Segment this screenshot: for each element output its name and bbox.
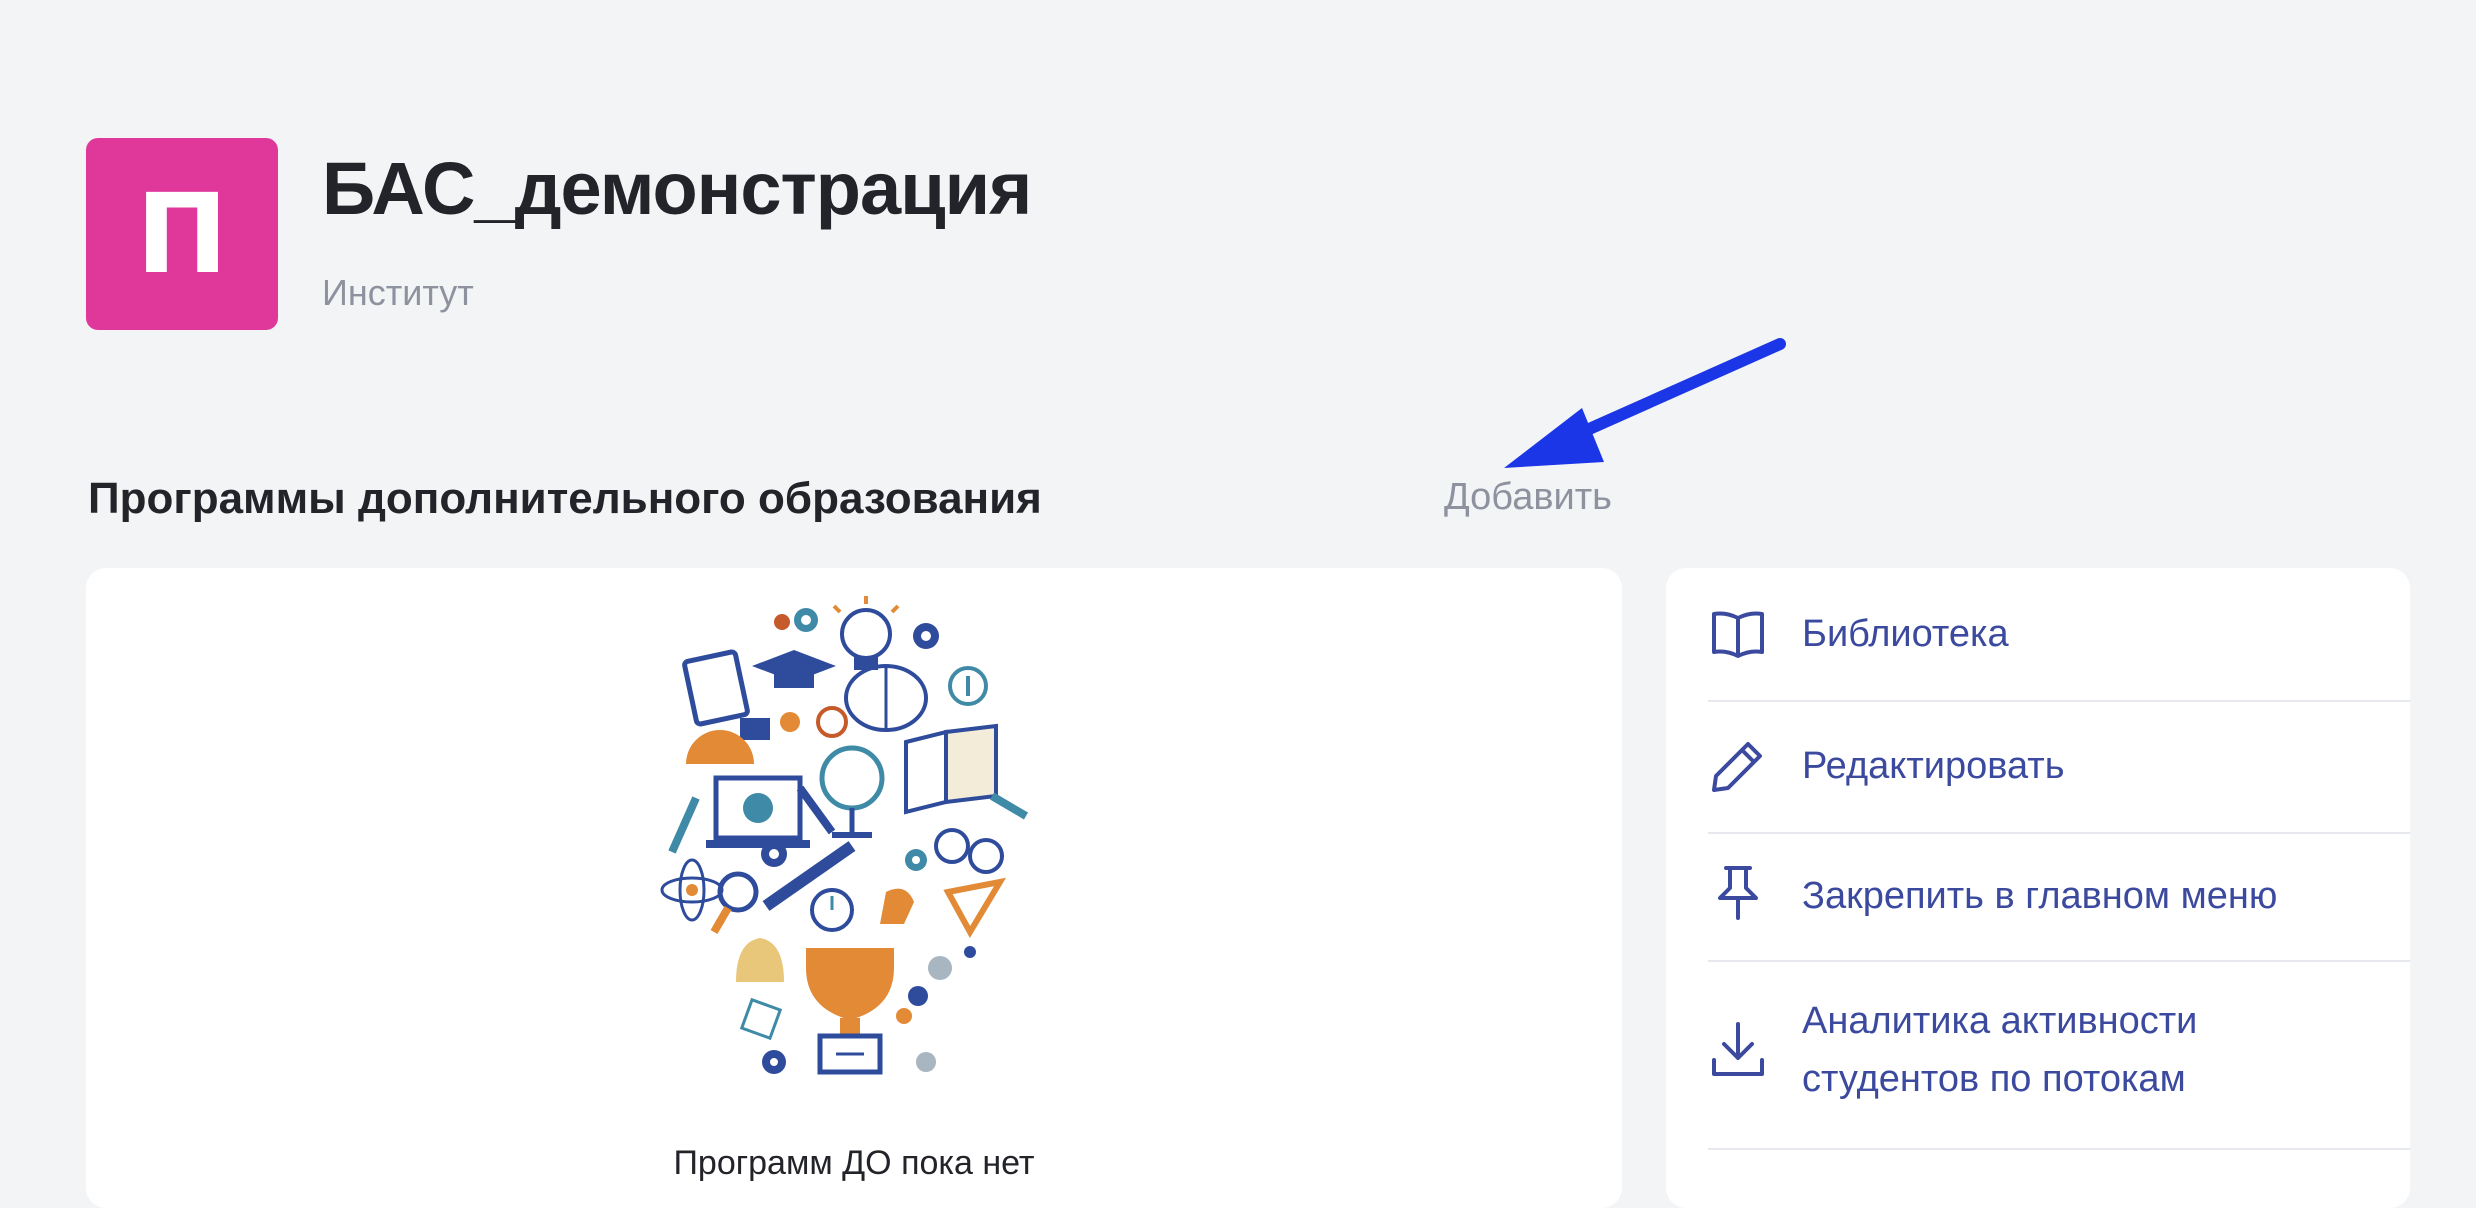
add-program-button[interactable]: Добавить: [1444, 476, 1612, 519]
pin-icon: [1718, 866, 1758, 920]
page-title: БАС_демонстрация: [322, 147, 1032, 230]
pencil-icon: [1712, 742, 1762, 792]
analytics-link[interactable]: Аналитика активности студентов по потока…: [1708, 960, 2410, 1150]
actions-card: Библиотека Редактировать Закрепить в гла…: [1666, 568, 2410, 1208]
org-avatar: П: [86, 138, 278, 330]
programs-empty-text: Программ ДО пока нет: [673, 1144, 1035, 1182]
library-link[interactable]: Библиотека: [1708, 568, 2410, 702]
section-title: Программы дополнительного образования: [88, 474, 1042, 523]
pin-menu-link[interactable]: Закрепить в главном меню: [1708, 832, 2410, 962]
book-icon: [1712, 611, 1764, 658]
analytics-label: Аналитика активности студентов по потока…: [1802, 1000, 2198, 1100]
org-avatar-letter: П: [135, 170, 229, 298]
programs-card: Программ ДО пока нет: [86, 568, 1622, 1208]
edit-link[interactable]: Редактировать: [1708, 700, 2410, 834]
org-type-label: Институт: [322, 272, 474, 313]
education-illustration-icon: [660, 596, 1029, 1075]
download-icon: [1712, 1022, 1764, 1076]
edit-label: Редактировать: [1802, 745, 2065, 787]
library-label: Библиотека: [1802, 613, 2009, 655]
pin-menu-label: Закрепить в главном меню: [1802, 875, 2278, 917]
